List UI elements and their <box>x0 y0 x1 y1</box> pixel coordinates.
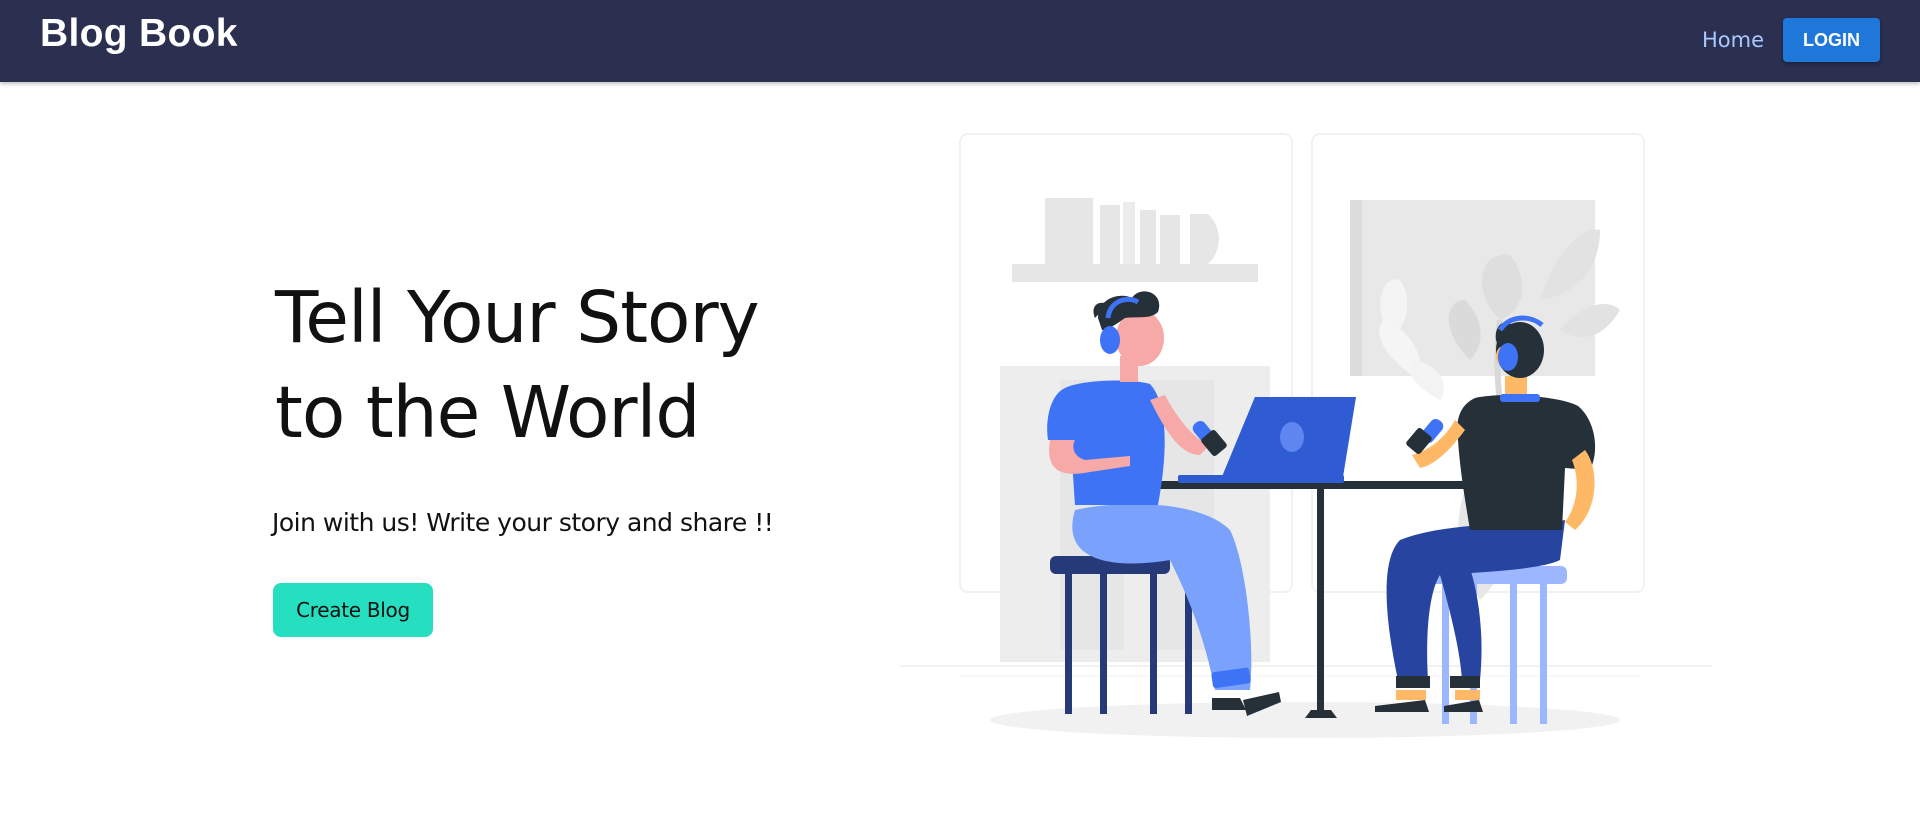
floor-shadow <box>990 702 1620 738</box>
podcast-illustration <box>900 133 1712 738</box>
bookshelf-icon <box>1012 198 1258 282</box>
right-person-icon <box>1375 315 1596 724</box>
